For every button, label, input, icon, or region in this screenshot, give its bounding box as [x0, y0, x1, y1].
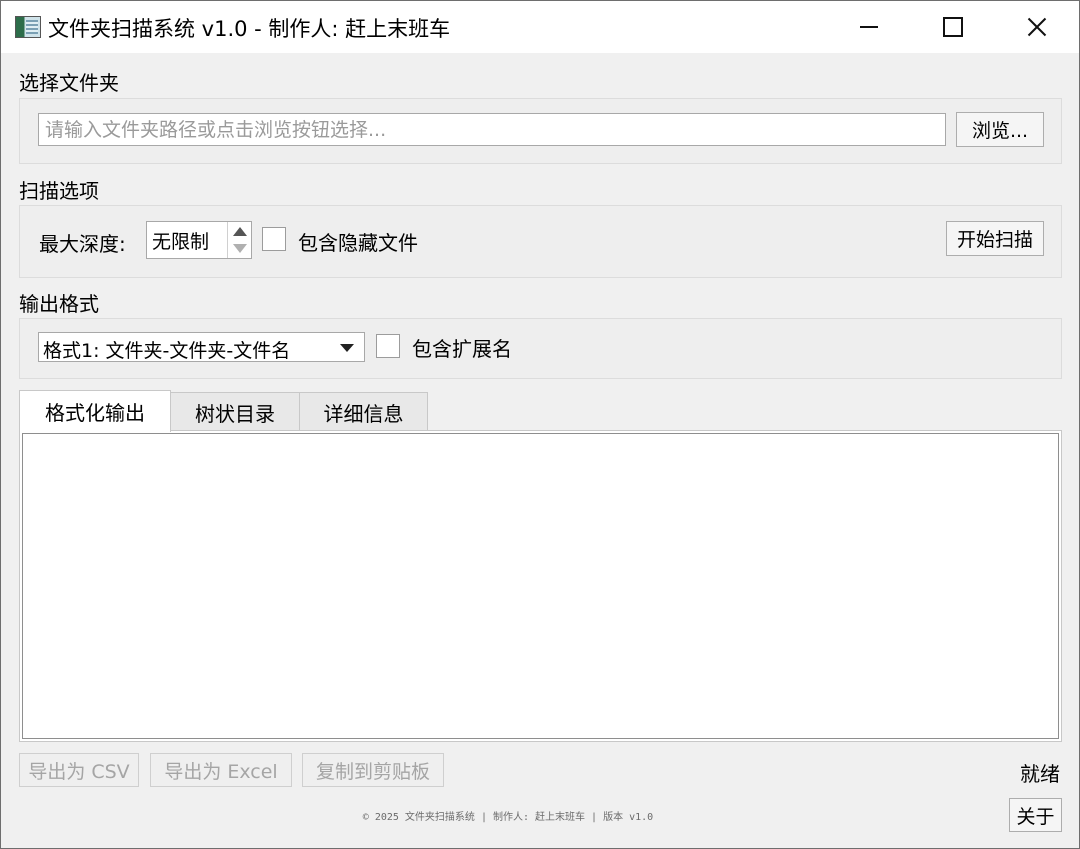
spin-arrows[interactable]	[227, 222, 251, 258]
folder-section-label: 选择文件夹	[19, 71, 119, 95]
chevron-down-icon	[340, 344, 354, 352]
minimize-button[interactable]	[827, 1, 911, 53]
output-section-label: 输出格式	[19, 292, 99, 316]
format-select[interactable]: 格式1: 文件夹-文件夹-文件名	[38, 332, 365, 362]
copy-clipboard-button[interactable]: 复制到剪贴板	[302, 753, 444, 787]
app-window: 文件夹扫描系统 v1.0 - 制作人: 赶上末班车 选择文件夹 浏览... 扫描…	[0, 0, 1080, 849]
include-hidden-label: 包含隐藏文件	[298, 231, 418, 255]
max-depth-label: 最大深度:	[39, 232, 126, 256]
maximize-icon	[943, 17, 963, 37]
start-scan-button[interactable]: 开始扫描	[946, 221, 1044, 256]
minimize-icon	[860, 26, 878, 28]
format-select-value: 格式1: 文件夹-文件夹-文件名	[43, 340, 291, 362]
export-excel-button[interactable]: 导出为 Excel	[150, 753, 292, 787]
title-bar: 文件夹扫描系统 v1.0 - 制作人: 赶上末班车	[1, 1, 1079, 53]
browse-button[interactable]: 浏览...	[956, 112, 1044, 147]
tab-details[interactable]: 详细信息	[299, 392, 428, 432]
arrow-up-icon[interactable]	[233, 227, 247, 236]
max-depth-value: 无限制	[152, 231, 210, 253]
folder-group: 浏览...	[19, 98, 1062, 164]
output-text-area[interactable]	[22, 433, 1059, 739]
folder-path-input[interactable]	[38, 113, 946, 146]
close-icon	[1027, 17, 1047, 37]
include-extension-label: 包含扩展名	[412, 337, 512, 361]
tab-tree-directory[interactable]: 树状目录	[170, 392, 300, 432]
about-button[interactable]: 关于	[1009, 798, 1062, 832]
status-text: 就绪	[1020, 762, 1060, 786]
app-icon	[15, 16, 41, 38]
output-format-group: 格式1: 文件夹-文件夹-文件名 包含扩展名	[19, 318, 1062, 379]
scan-section-label: 扫描选项	[19, 179, 99, 203]
close-button[interactable]	[995, 1, 1079, 53]
scan-options-group: 最大深度: 无限制 包含隐藏文件 开始扫描	[19, 205, 1062, 278]
max-depth-spinbox[interactable]: 无限制	[146, 221, 252, 259]
tab-panel	[19, 430, 1062, 742]
footer-copyright: © 2025 文件夹扫描系统 | 制作人: 赶上末班车 | 版本 v1.0	[362, 812, 654, 823]
export-csv-button[interactable]: 导出为 CSV	[19, 753, 139, 787]
window-title: 文件夹扫描系统 v1.0 - 制作人: 赶上末班车	[48, 17, 451, 41]
maximize-button[interactable]	[911, 1, 995, 53]
tab-formatted-output[interactable]: 格式化输出	[19, 390, 171, 432]
include-extension-checkbox[interactable]	[376, 334, 400, 358]
include-hidden-checkbox[interactable]	[262, 227, 286, 251]
arrow-down-icon[interactable]	[233, 244, 247, 253]
